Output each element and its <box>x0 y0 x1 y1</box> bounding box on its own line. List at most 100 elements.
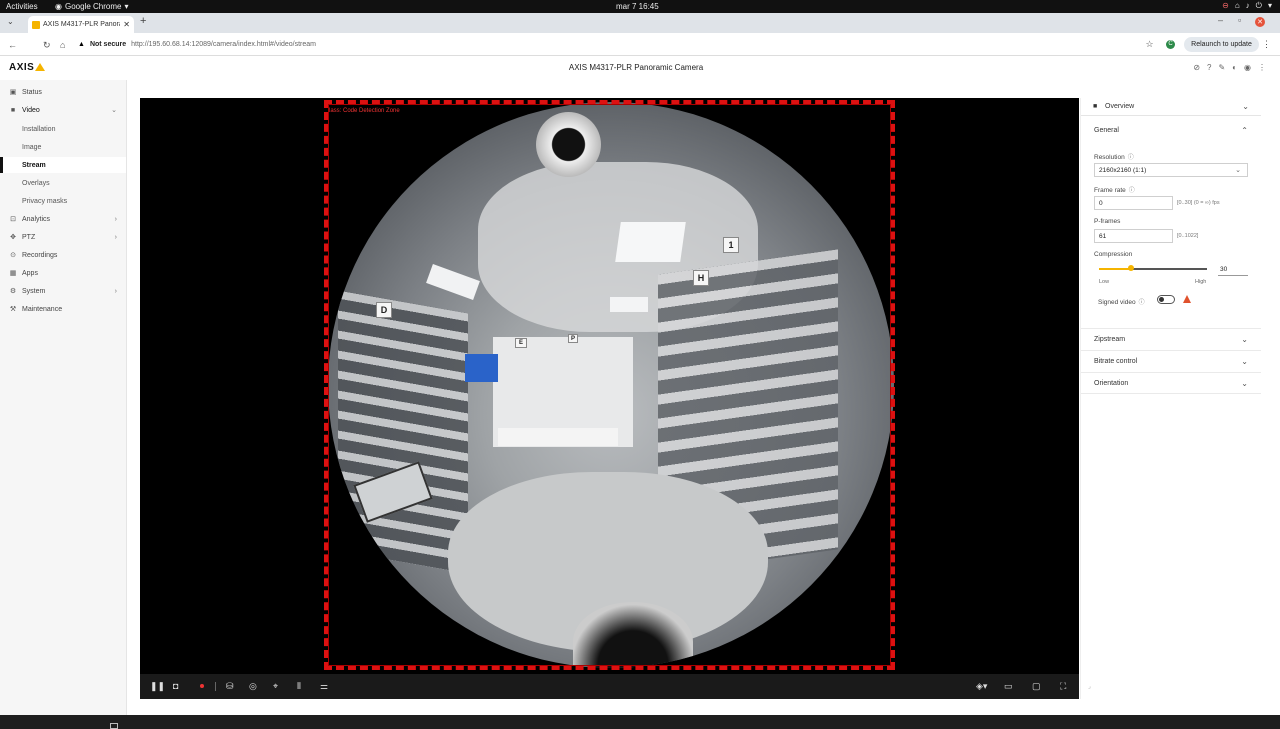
tab-strip: ⌄ AXIS M4317-PLR Panora ✕ + – ▫ ✕ <box>0 13 1280 33</box>
snapshot-icon[interactable]: ◘ <box>173 681 178 691</box>
volume-icon: ♪ <box>1245 1 1250 10</box>
relaunch-button[interactable]: Relaunch to update <box>1184 37 1259 52</box>
tab-title: AXIS M4317-PLR Panora <box>43 21 121 28</box>
more-options-icon[interactable]: ⋮ <box>1258 63 1266 72</box>
chevron-up-icon: ⌃ <box>1241 126 1248 135</box>
back-icon[interactable]: ← <box>8 40 17 50</box>
pframes-hint: [0..1022] <box>1177 233 1199 239</box>
framerate-input[interactable]: 0 <box>1094 196 1173 210</box>
chevron-down-icon: ⌄ <box>1241 335 1248 344</box>
sidebar-item-privacy-masks[interactable]: Privacy masks <box>0 193 126 209</box>
chrome-icon: ◉ <box>55 2 62 11</box>
sidebar-item-recordings[interactable]: ⊙ Recordings <box>0 247 126 263</box>
signed-video-toggle[interactable] <box>1157 295 1175 304</box>
chevron-right-icon: › <box>114 215 117 223</box>
chevron-down-icon: ▾ <box>1267 1 1272 10</box>
detection-zone-label: lass: Code Detection Zone <box>329 108 400 114</box>
page-title: AXIS M4317-PLR Panoramic Camera <box>568 63 704 72</box>
system-icon: ⚙ <box>9 288 17 295</box>
low-label: Low <box>1099 279 1110 285</box>
help-icon[interactable]: ? <box>1207 63 1211 72</box>
system-tray[interactable]: ⊖ ⌂ ♪ ⏻ ▾ <box>1222 1 1272 11</box>
window-close-icon[interactable]: ✕ <box>1255 17 1265 27</box>
address-bar: ← ↻ ⌂ ▲ Not secure http://195.60.68.14:1… <box>0 33 1280 56</box>
app-menu[interactable]: ◉ Google Chrome ▾ <box>55 2 128 11</box>
recordings-icon: ⊙ <box>10 252 16 259</box>
sidebar-item-video[interactable]: ■ Video ⌄ <box>0 102 126 118</box>
sidebar-item-installation[interactable]: Installation <box>0 121 126 137</box>
info-icon[interactable]: ⓘ <box>1128 152 1134 161</box>
toolbar-divider <box>215 682 216 691</box>
storage-icon[interactable]: ⛁ <box>226 681 234 692</box>
compression-label: Compression <box>1094 251 1133 258</box>
resolution-icon[interactable]: ▭ <box>1004 681 1013 692</box>
resolution-select[interactable]: 2160x2160 (1:1) ⌄ <box>1094 163 1248 177</box>
chevron-down-icon: ⌄ <box>1235 167 1241 174</box>
chevron-down-icon: ⌄ <box>1242 102 1249 111</box>
aspect-icon[interactable]: ▢ <box>1032 681 1041 692</box>
contrast-icon[interactable]: ◐ <box>1232 63 1237 72</box>
clock[interactable]: mar 7 16:45 <box>616 2 659 11</box>
sidebar-item-system[interactable]: ⚙ System › <box>0 283 126 299</box>
resolution-label: Resolution ⓘ <box>1094 152 1134 161</box>
section-bitrate-control[interactable]: Bitrate control ⌄ <box>1081 350 1261 372</box>
section-orientation[interactable]: Orientation ⌄ <box>1081 372 1261 394</box>
url-text[interactable]: http://195.60.68.14:12089/camera/index.h… <box>131 41 316 48</box>
sidebar-item-analytics[interactable]: ⊡ Analytics › <box>0 211 126 227</box>
ptz-control-icon[interactable]: ◎ <box>249 681 257 692</box>
compression-slider-thumb[interactable] <box>1128 265 1135 271</box>
fullscreen-icon[interactable]: ⛶ <box>1060 681 1066 692</box>
framerate-hint: [0..30] (0 = ∞) fps <box>1177 200 1220 206</box>
compression-input[interactable]: 30 <box>1218 264 1248 276</box>
view-area-icon[interactable]: ◈▾ <box>976 681 987 692</box>
pause-icon[interactable]: ❚❚ <box>150 681 165 692</box>
os-top-bar: Activities ◉ Google Chrome ▾ mar 7 16:45… <box>0 0 1280 13</box>
account-icon[interactable]: ◉ <box>1244 63 1251 72</box>
bookmark-star-icon[interactable]: ☆ <box>1146 39 1154 50</box>
pframes-input[interactable]: 61 <box>1094 229 1173 243</box>
header-icons: ⊘ ? ✎ ◐ ◉ ⋮ <box>1193 63 1266 72</box>
info-icon[interactable]: ⓘ <box>1129 185 1135 194</box>
reload-icon[interactable]: ↻ <box>43 40 51 51</box>
high-label: High <box>1195 279 1207 285</box>
activities-button[interactable]: Activities <box>6 2 38 11</box>
sidebar-item-stream[interactable]: Stream <box>0 157 126 173</box>
resize-handle-icon[interactable]: ⌟ <box>1088 683 1091 690</box>
app-name: Google Chrome <box>64 2 122 11</box>
video-stream[interactable]: D H E P 1 lass: Code Detection Zone ❚❚ ◘… <box>140 98 1079 699</box>
detection-zone[interactable] <box>324 100 895 670</box>
browser-tab[interactable]: AXIS M4317-PLR Panora ✕ <box>28 16 134 33</box>
section-general[interactable]: General ⌃ <box>1081 120 1261 142</box>
stream-stats-icon[interactable]: ⦀ <box>297 681 301 692</box>
chrome-menu-icon[interactable]: ⋮ <box>1262 39 1271 50</box>
omnibox[interactable]: ▲ Not secure http://195.60.68.14:12089/c… <box>78 37 1113 52</box>
power-icon: ⏻ <box>1255 1 1262 10</box>
home-icon[interactable]: ⌂ <box>60 40 65 50</box>
network-icon: ⌂ <box>1234 1 1240 10</box>
profile-avatar[interactable]: C <box>1166 40 1175 49</box>
check-circle-icon[interactable]: ⊘ <box>1193 63 1200 72</box>
not-secure-label[interactable]: Not secure <box>90 41 126 48</box>
maximize-icon[interactable]: ▫ <box>1238 15 1241 25</box>
motion-icon[interactable]: ⌖ <box>273 681 278 692</box>
sidebar-item-maintenance[interactable]: ⚒ Maintenance <box>0 301 126 317</box>
new-tab-button[interactable]: + <box>140 15 146 27</box>
record-icon[interactable] <box>200 684 204 688</box>
feedback-icon[interactable]: ✎ <box>1218 63 1225 72</box>
tab-search-icon[interactable]: ⌄ <box>7 17 14 26</box>
chevron-down-icon: ⌄ <box>1241 379 1248 388</box>
settings-sliders-icon[interactable]: ⚌ <box>320 681 328 692</box>
sidebar-item-status[interactable]: ▣ Status <box>0 84 126 100</box>
sidebar-item-image[interactable]: Image <box>0 139 126 155</box>
overview-dropdown[interactable]: ■ Overview ⌄ <box>1081 98 1261 116</box>
close-tab-icon[interactable]: ✕ <box>123 20 130 29</box>
sidebar-item-ptz[interactable]: ✥ PTZ › <box>0 229 126 245</box>
info-icon[interactable]: ⓘ <box>1139 297 1145 306</box>
minimize-icon[interactable]: – <box>1218 15 1223 25</box>
collapse-sidebar-icon[interactable] <box>110 723 118 729</box>
sidebar-item-apps[interactable]: ▦ Apps <box>0 265 126 281</box>
page-header: AXIS AXIS M4317-PLR Panoramic Camera ⊘ ?… <box>0 56 1280 80</box>
sidebar-item-overlays[interactable]: Overlays <box>0 175 126 191</box>
section-zipstream[interactable]: Zipstream ⌄ <box>1081 328 1261 350</box>
axis-web-interface: AXIS AXIS M4317-PLR Panoramic Camera ⊘ ?… <box>0 56 1280 729</box>
